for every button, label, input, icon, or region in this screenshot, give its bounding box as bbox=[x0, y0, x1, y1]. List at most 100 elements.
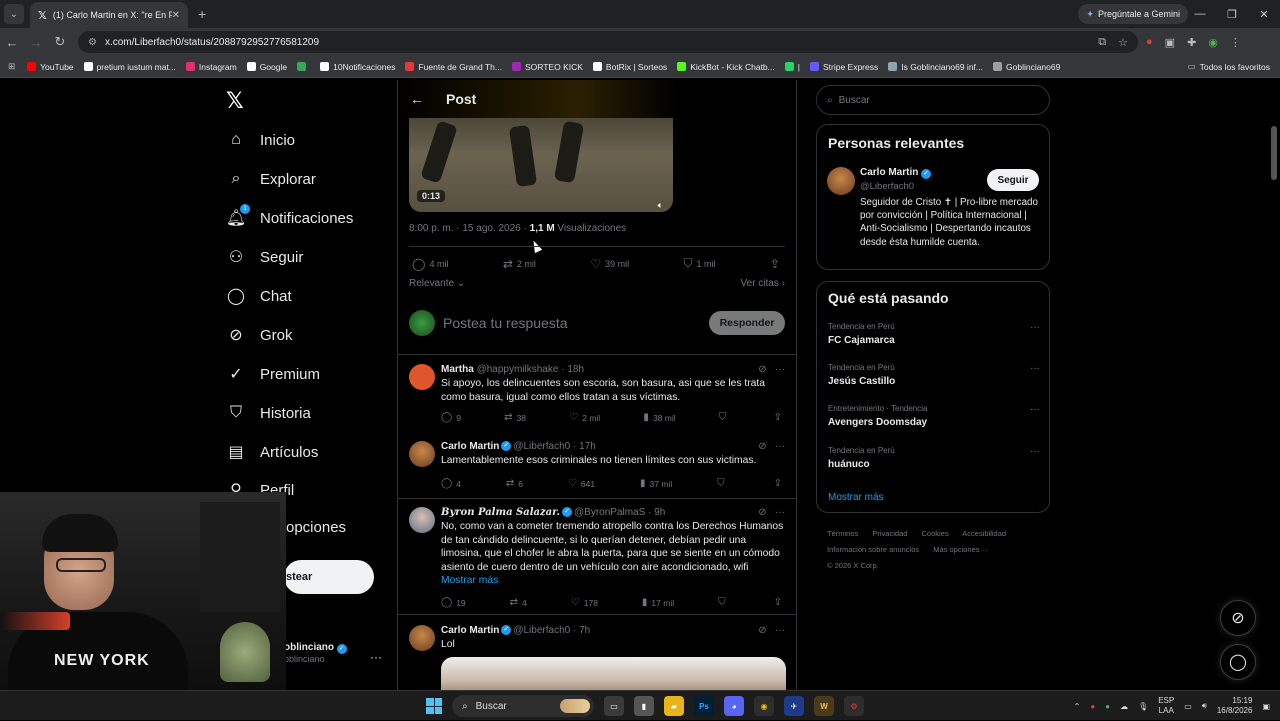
page-scrollbar[interactable] bbox=[1271, 126, 1277, 180]
taskbar-search[interactable]: ⌕ Buscar bbox=[452, 695, 594, 717]
share-button[interactable]: ⇪ bbox=[770, 256, 784, 271]
reply-tweet[interactable]: Martha @happymilkshake · 18h ⊘ ··· Si ap… bbox=[409, 364, 785, 428]
post-button[interactable]: stear bbox=[284, 560, 374, 594]
nav-explore[interactable]: ⌕ Explorar bbox=[226, 169, 316, 189]
clock[interactable]: 15:19 16/8/2026 bbox=[1217, 696, 1253, 716]
author-name[interactable]: Carlo Martin bbox=[441, 625, 499, 636]
footer-link-cookies[interactable]: Cookies bbox=[921, 529, 948, 538]
extensions-puzzle-icon[interactable]: ✚ bbox=[1187, 36, 1196, 49]
bookmark-button[interactable]: ⛉ bbox=[717, 478, 729, 489]
tweet-options[interactable]: ⊘ ··· bbox=[758, 625, 785, 636]
bookmark-item[interactable]: Google bbox=[246, 62, 287, 72]
notification-center-icon[interactable]: ▣ bbox=[1262, 702, 1270, 711]
account-more-icon[interactable]: ··· bbox=[370, 650, 382, 664]
reply-tweet[interactable]: Byron Palma Salazar. ✓ @ByronPalmaS · 9h ⊘… bbox=[409, 507, 785, 611]
trend-more-icon[interactable]: ··· bbox=[1030, 404, 1040, 415]
post-video[interactable]: 0:13 🔈︎ bbox=[409, 116, 673, 212]
reply-button[interactable]: ◯ 9 bbox=[441, 412, 461, 423]
trend-item[interactable]: Tendencia en Perú FC Cajamarca ··· bbox=[828, 322, 1040, 346]
nav-home[interactable]: ⌂ Inicio bbox=[226, 130, 295, 150]
bookmark-item[interactable]: BotRix | Sorteos bbox=[592, 62, 667, 72]
app-icon[interactable]: W bbox=[814, 696, 834, 716]
like-button[interactable]: ♡ 178 bbox=[571, 597, 598, 608]
trend-item[interactable]: Tendencia en Perú huánuco ··· bbox=[828, 446, 1040, 470]
app-icon[interactable]: ▮ bbox=[634, 696, 654, 716]
footer-link-accessibility[interactable]: Accesibilidad bbox=[962, 529, 1006, 538]
search-input[interactable]: ⌕ Buscar bbox=[816, 85, 1050, 115]
chrome-icon[interactable]: ◉ bbox=[754, 696, 774, 716]
post-timestamp[interactable]: 8:00 p. m. · 15 ago. 2026 · bbox=[409, 223, 530, 234]
reply-submit-button[interactable]: Responder bbox=[709, 311, 785, 335]
tray-app-icon[interactable]: ☁ bbox=[1120, 702, 1128, 711]
grok-icon[interactable]: ⊘ bbox=[758, 441, 766, 452]
bookmark-item[interactable]: Goblinciano69 bbox=[993, 62, 1060, 72]
tray-app-icon[interactable]: ● bbox=[1105, 702, 1110, 711]
bookmark-item[interactable]: Stripe Express bbox=[809, 62, 878, 72]
site-info-icon[interactable]: ⚙ bbox=[88, 37, 97, 48]
language-indicator[interactable]: ESP LAA bbox=[1158, 696, 1174, 716]
footer-link-terms[interactable]: Términos bbox=[827, 529, 858, 538]
nav-chat[interactable]: ◯ Chat bbox=[226, 286, 292, 306]
grok-floating-button[interactable]: ⊘ bbox=[1220, 600, 1256, 636]
views-button[interactable]: ▮ 37 mil bbox=[640, 478, 672, 489]
all-bookmarks-button[interactable]: ▭ Todos los favoritos bbox=[1188, 61, 1270, 72]
minimize-button[interactable]: — bbox=[1184, 0, 1216, 28]
extension-red-icon[interactable]: ● bbox=[1146, 36, 1153, 49]
tray-app-icon[interactable]: ● bbox=[1090, 702, 1095, 711]
trend-more-icon[interactable]: ··· bbox=[1030, 446, 1040, 457]
bookmark-item[interactable]: pretium iustum mat... bbox=[83, 62, 176, 72]
nav-more-options[interactable]: opciones bbox=[286, 519, 346, 536]
bookmark-star-icon[interactable]: ☆ bbox=[1118, 36, 1128, 49]
reply-button[interactable]: ◯ 4 mil bbox=[412, 256, 448, 271]
repost-button[interactable]: ⇄ 6 bbox=[506, 478, 523, 489]
messages-floating-button[interactable]: ◯ bbox=[1220, 644, 1256, 680]
bookmark-button[interactable]: ⛉ bbox=[719, 412, 731, 423]
sort-dropdown[interactable]: Relevante ⌄ bbox=[409, 278, 465, 289]
bookmark-item[interactable] bbox=[297, 62, 310, 71]
repost-button[interactable]: ⇄ 4 bbox=[510, 597, 527, 608]
footer-link-ads-info[interactable]: Información sobre anuncios bbox=[827, 545, 919, 554]
reply-tweet[interactable]: Carlo Martin ✓ @Liberfach0 · 17h ⊘ ··· Lam… bbox=[409, 441, 785, 495]
nav-notifications[interactable]: 🔔︎ 1 Notificaciones bbox=[226, 204, 353, 228]
share-button[interactable]: ⇪ bbox=[774, 597, 786, 608]
nav-bookmarks[interactable]: ⛉ Historia bbox=[226, 403, 311, 423]
reply-tweet[interactable]: Carlo Martin ✓ @Liberfach0 · 7h ⊘ ··· Lol bbox=[409, 625, 786, 690]
show-more-trends-link[interactable]: Mostrar más bbox=[828, 492, 884, 503]
nav-grok[interactable]: ⊘ Grok bbox=[226, 325, 292, 345]
repost-button[interactable]: ⇄ 38 bbox=[504, 412, 526, 423]
author-name[interactable]: Martha bbox=[441, 364, 474, 375]
nav-follow[interactable]: ⚇ Seguir bbox=[226, 247, 304, 267]
bookmark-item[interactable]: | bbox=[784, 62, 800, 72]
view-quotes-link[interactable]: Ver citas › bbox=[741, 278, 785, 289]
reply-button[interactable]: ◯ 19 bbox=[441, 597, 466, 608]
bookmark-item[interactable]: 10Notificaciones bbox=[320, 62, 395, 72]
nav-premium[interactable]: ✓ Premium bbox=[226, 364, 320, 384]
more-icon[interactable]: ··· bbox=[775, 625, 785, 636]
close-window-button[interactable]: ✕ bbox=[1248, 0, 1280, 28]
tweet-media-image[interactable] bbox=[441, 657, 786, 690]
share-button[interactable]: ⇪ bbox=[774, 412, 786, 423]
apps-grid-icon[interactable]: ⊞ bbox=[8, 61, 15, 72]
task-view-icon[interactable]: ▭ bbox=[604, 696, 624, 716]
bookmark-item[interactable]: KickBot - Kick Chatb... bbox=[677, 62, 775, 72]
tweet-options[interactable]: ⊘ ··· bbox=[758, 364, 785, 375]
discord-icon[interactable]: ◕ bbox=[724, 696, 744, 716]
grok-icon[interactable]: ⊘ bbox=[758, 507, 766, 518]
browser-tab-active[interactable]: 𝕏 (1) Carlo Martin en X: "re En Pe ✕ bbox=[30, 2, 188, 28]
forward-button[interactable]: → bbox=[24, 35, 48, 50]
gemini-button[interactable]: ✦ Pregúntale a Gemini bbox=[1078, 4, 1188, 24]
more-icon[interactable]: ··· bbox=[775, 507, 785, 518]
network-icon[interactable]: ▭ bbox=[1184, 702, 1192, 711]
back-button[interactable]: ← bbox=[0, 35, 24, 50]
browser-menu-icon[interactable]: ⋮ bbox=[1230, 36, 1241, 49]
show-more-link[interactable]: Mostrar más bbox=[441, 575, 498, 586]
like-button[interactable]: ♡ 39 mil bbox=[590, 256, 629, 271]
views-button[interactable]: ▮ 38 mil bbox=[643, 412, 675, 423]
bookmark-item[interactable]: Is Goblinciano69 inf... bbox=[888, 62, 983, 72]
photoshop-icon[interactable]: Ps bbox=[694, 696, 714, 716]
follow-button[interactable]: Seguir bbox=[987, 169, 1039, 191]
bookmark-item[interactable]: YouTube bbox=[27, 62, 74, 72]
repost-button[interactable]: ⇄ 2 mil bbox=[503, 256, 536, 271]
trend-more-icon[interactable]: ··· bbox=[1030, 322, 1040, 333]
like-button[interactable]: ♡ 641 bbox=[568, 478, 595, 489]
